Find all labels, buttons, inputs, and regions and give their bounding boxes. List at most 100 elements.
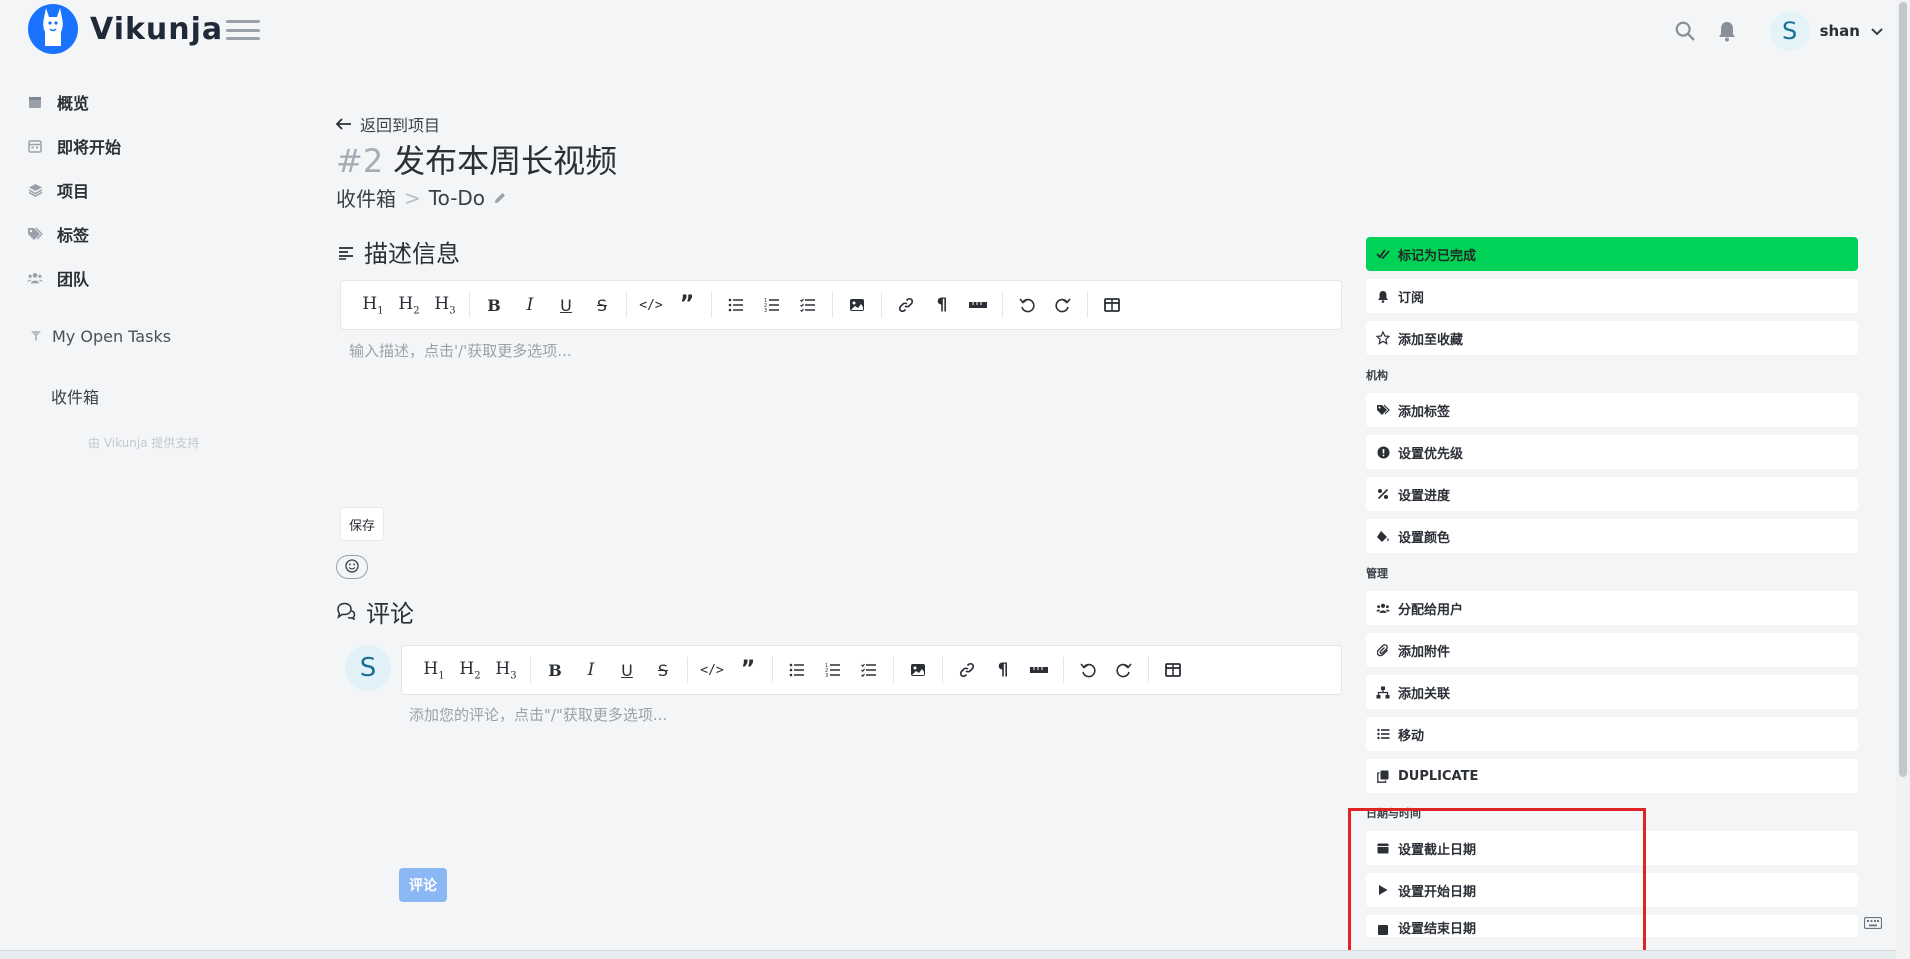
heading-3-button[interactable]: H3: [427, 287, 463, 323]
sidebar-item-overview[interactable]: 概览: [0, 80, 300, 124]
redo-icon[interactable]: [1045, 287, 1081, 323]
action-label: 设置进度: [1398, 488, 1451, 504]
comment-editor[interactable]: 添加您的评论，点击"/"获取更多选项...: [409, 704, 1339, 844]
action-label: 订阅: [1398, 290, 1425, 306]
add-to-favorites-button[interactable]: 添加至收藏: [1366, 321, 1858, 355]
heading-2-button[interactable]: H2: [452, 652, 488, 688]
add-labels-button[interactable]: 添加标签: [1366, 393, 1858, 427]
heading-1-button[interactable]: H1: [416, 652, 452, 688]
underline-button[interactable]: U: [548, 287, 584, 323]
paint-bucket-icon: [1376, 529, 1390, 543]
set-end-date-button[interactable]: 设置结束日期: [1366, 915, 1858, 937]
breadcrumb-bucket[interactable]: To-Do: [429, 186, 485, 210]
quote-icon[interactable]: ”: [730, 652, 766, 688]
sidebar-item-projects[interactable]: 项目: [0, 168, 300, 212]
quote-icon[interactable]: ”: [669, 287, 705, 323]
action-label: 设置截止日期: [1398, 842, 1477, 858]
task-list-icon[interactable]: [790, 287, 826, 323]
strikethrough-button[interactable]: S: [645, 652, 681, 688]
menu-toggle-button[interactable]: [226, 20, 260, 40]
exclamation-circle-icon: [1376, 445, 1390, 459]
link-icon[interactable]: [949, 652, 985, 688]
link-icon[interactable]: [888, 287, 924, 323]
undo-icon[interactable]: [1070, 652, 1106, 688]
action-label: 添加至收藏: [1398, 332, 1464, 348]
avatar: S: [1769, 11, 1810, 51]
task-title-text[interactable]: 发布本周长视频: [393, 142, 617, 180]
add-attachments-button[interactable]: 添加附件: [1366, 633, 1858, 667]
play-icon: [1376, 883, 1390, 897]
ordered-list-icon[interactable]: 123: [754, 287, 790, 323]
header-actions: S shan: [1672, 10, 1884, 52]
description-editor[interactable]: 输入描述，点击'/'获取更多选项...: [349, 340, 1339, 480]
sidebar-item-upcoming[interactable]: 即将开始: [0, 124, 300, 168]
percent-icon: [1376, 487, 1390, 501]
app-name: Vikunja: [90, 11, 224, 47]
mark-done-button[interactable]: 标记为已完成: [1366, 237, 1858, 271]
code-icon[interactable]: </>: [633, 287, 669, 323]
submit-comment-button[interactable]: 评论: [399, 868, 447, 902]
search-icon[interactable]: [1672, 18, 1698, 44]
scrollbar-thumb[interactable]: [1899, 2, 1907, 777]
code-icon[interactable]: </>: [694, 652, 730, 688]
italic-button[interactable]: I: [512, 287, 548, 323]
add-relation-button[interactable]: 添加关联: [1366, 675, 1858, 709]
app-logo[interactable]: Vikunja: [28, 4, 223, 54]
saved-filter-my-open-tasks[interactable]: My Open Tasks: [0, 316, 300, 356]
page-title[interactable]: #2 发布本周长视频: [336, 136, 617, 182]
heading-3-button[interactable]: H3: [488, 652, 524, 688]
subscribe-button[interactable]: 订阅: [1366, 279, 1858, 313]
horizontal-rule-icon[interactable]: [960, 287, 996, 323]
emoji-reaction-button[interactable]: [336, 555, 368, 579]
move-task-button[interactable]: 移动: [1366, 717, 1858, 751]
heading-1-button[interactable]: H1: [355, 287, 391, 323]
keyboard-shortcuts-icon[interactable]: [1863, 914, 1883, 933]
bell-icon[interactable]: [1714, 18, 1740, 44]
table-icon[interactable]: [1094, 287, 1130, 323]
bullet-list-icon[interactable]: [779, 652, 815, 688]
assign-users-button[interactable]: 分配给用户: [1366, 591, 1858, 625]
description-heading: 描述信息: [338, 234, 460, 269]
breadcrumb-project[interactable]: 收件箱: [336, 183, 396, 212]
save-button[interactable]: 保存: [340, 507, 385, 541]
underline-button[interactable]: U: [609, 652, 645, 688]
duplicate-task-button[interactable]: DUPLICATE: [1366, 759, 1858, 793]
undo-icon[interactable]: [1009, 287, 1045, 323]
svg-text:3: 3: [764, 308, 767, 312]
strikethrough-button[interactable]: S: [584, 287, 620, 323]
page-scrollbar[interactable]: [1896, 0, 1910, 959]
task-list-icon[interactable]: [851, 652, 887, 688]
set-start-date-button[interactable]: 设置开始日期: [1366, 873, 1858, 907]
heading-2-button[interactable]: H2: [391, 287, 427, 323]
set-priority-button[interactable]: 设置优先级: [1366, 435, 1858, 469]
set-color-button[interactable]: 设置颜色: [1366, 519, 1858, 553]
arrow-left-icon: [335, 115, 352, 134]
user-menu[interactable]: S shan: [1769, 11, 1884, 51]
pencil-icon[interactable]: [493, 186, 507, 210]
action-group-heading: 日期与时间: [1366, 807, 1421, 820]
redo-icon[interactable]: [1106, 652, 1142, 688]
sidebar-item-labels[interactable]: 标签: [0, 212, 300, 256]
users-icon: [27, 270, 43, 286]
table-icon[interactable]: [1155, 652, 1191, 688]
set-due-date-button[interactable]: 设置截止日期: [1366, 831, 1858, 865]
bold-button[interactable]: B: [537, 652, 573, 688]
powered-by: 由 Vikunja 提供支持: [88, 436, 200, 450]
paragraph-icon[interactable]: ¶: [924, 287, 960, 323]
sidebar-project-inbox[interactable]: 收件箱: [0, 376, 300, 416]
set-progress-button[interactable]: 设置进度: [1366, 477, 1858, 511]
breadcrumb-separator: >: [404, 185, 421, 210]
action-label: 设置开始日期: [1398, 884, 1477, 900]
italic-button[interactable]: I: [573, 652, 609, 688]
back-to-project-link[interactable]: 返回到项目: [335, 112, 440, 136]
horizontal-rule-icon[interactable]: [1021, 652, 1057, 688]
sidebar-item-teams[interactable]: 团队: [0, 256, 300, 300]
llama-logo-icon: [28, 4, 78, 54]
user-name: shan: [1819, 22, 1860, 40]
image-icon[interactable]: [900, 652, 936, 688]
bullet-list-icon[interactable]: [718, 287, 754, 323]
paragraph-icon[interactable]: ¶: [985, 652, 1021, 688]
image-icon[interactable]: [839, 287, 875, 323]
ordered-list-icon[interactable]: 123: [815, 652, 851, 688]
bold-button[interactable]: B: [476, 287, 512, 323]
